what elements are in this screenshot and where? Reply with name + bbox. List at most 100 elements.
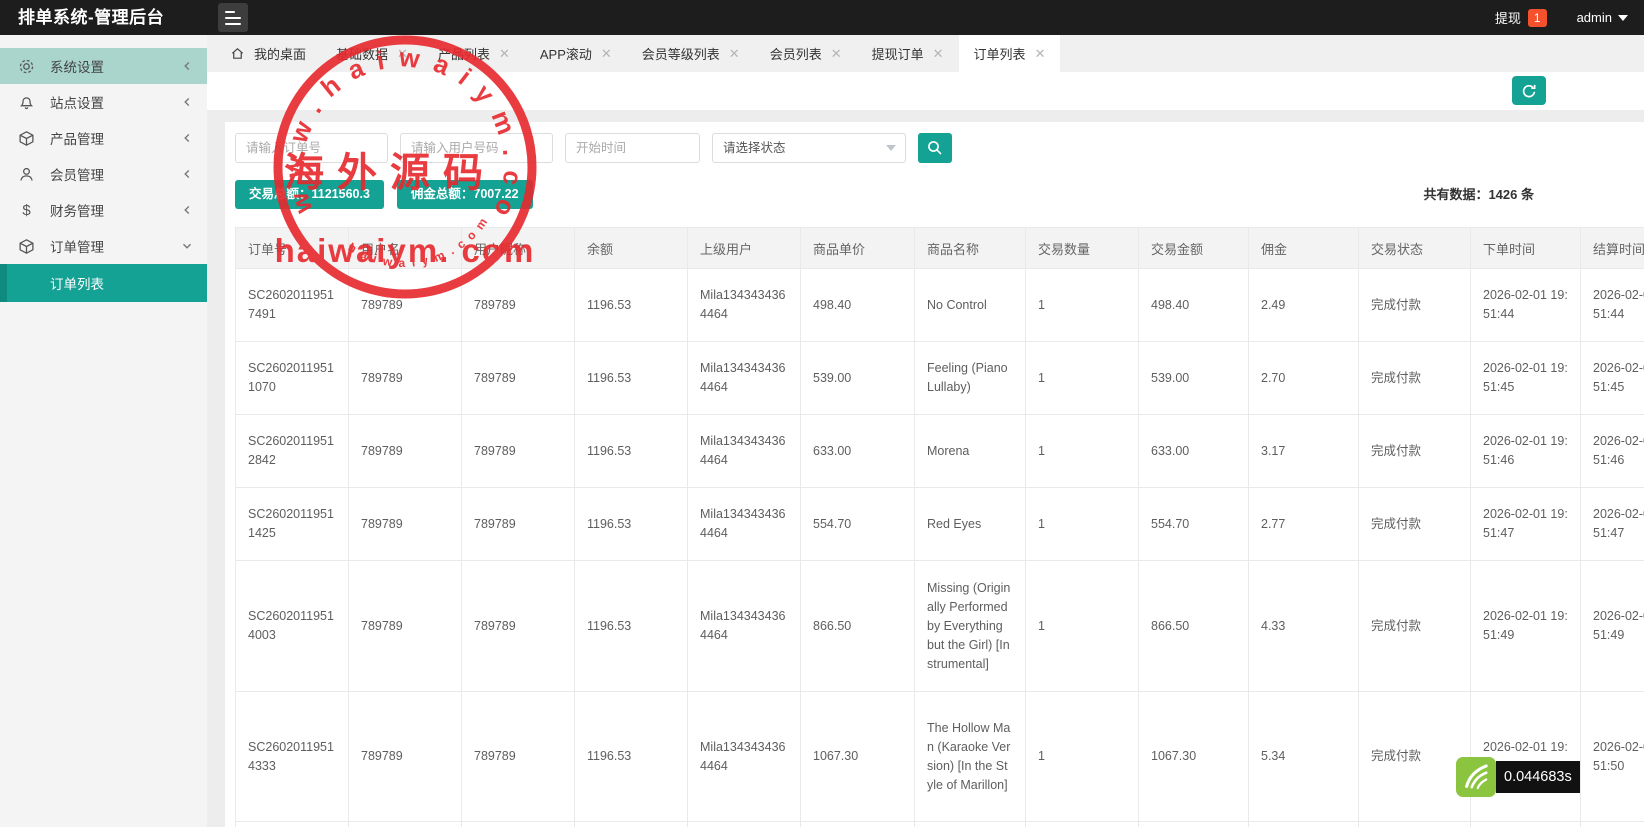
bell-icon (18, 94, 35, 111)
tab-label: APP滚动 (540, 44, 592, 63)
refresh-button[interactable] (1512, 76, 1546, 105)
column-header: 交易金额 (1139, 228, 1249, 269)
sidebar-item-label: 系统设置 (50, 56, 104, 76)
table-cell: 完成付款 (1359, 342, 1471, 415)
tab-3[interactable]: APP滚动 ✕ (525, 35, 627, 72)
table-cell: The Hollow Man (Karaoke Version) [In the… (915, 692, 1026, 822)
table-cell: 1 (1026, 269, 1139, 342)
table-body: SC260201195174917897897897891196.53Mila1… (236, 269, 1644, 827)
table-cell: Missing (Originally Performed by Everyth… (915, 561, 1026, 692)
tab-0[interactable]: 我的桌面 (215, 35, 321, 72)
tab-bar: 我的桌面基础数据✕产品列表✕APP滚动✕会员等级列表✕会员列表✕提现订单✕订单列… (207, 35, 1644, 72)
table-cell: 789789 (462, 269, 575, 342)
hamburger-menu-icon[interactable] (218, 3, 248, 32)
table-cell: 789789 (349, 269, 462, 342)
table-cell: 539.00 (801, 342, 915, 415)
tab-label: 会员等级列表 (642, 44, 720, 63)
tab-close-icon[interactable]: ✕ (1035, 47, 1046, 60)
table-cell: 1196.53 (575, 692, 688, 822)
table-cell: 2026-02-01 19:51:44 (1471, 269, 1581, 342)
column-header: 商品单价 (801, 228, 915, 269)
sidebar-subitem-order-list[interactable]: 订单列表 (0, 264, 207, 302)
content-toolbar (207, 72, 1644, 110)
table-cell: 1067.30 (1139, 692, 1249, 822)
tab-1[interactable]: 基础数据 ✕ (321, 35, 423, 72)
table-cell: 1 (1026, 488, 1139, 561)
thinkphp-logo-icon[interactable] (1456, 757, 1496, 797)
withdraw-link[interactable]: 提现 (1495, 8, 1521, 27)
gear-icon (18, 58, 35, 75)
tab-2[interactable]: 产品列表✕ (423, 35, 525, 72)
chevron-left-icon (181, 168, 193, 180)
column-header: 订单号 (236, 228, 349, 269)
column-header: 上级用户 (688, 228, 801, 269)
commission-total-badge: 佣金总额：7007.22 (397, 180, 533, 209)
start-time-input[interactable] (565, 133, 700, 163)
dollar-icon: $ (18, 202, 35, 219)
column-header: 交易数量 (1026, 228, 1139, 269)
column-header: 下单时间 (1471, 228, 1581, 269)
sidebar-item-finance[interactable]: $财务管理 (0, 192, 207, 228)
table-cell: SC26020119511070 (236, 342, 349, 415)
table-cell: 498.40 (1139, 269, 1249, 342)
table-cell: 1 (1026, 415, 1139, 488)
withdraw-count-badge: 1 (1528, 9, 1547, 27)
table-cell: 1 (1026, 822, 1139, 827)
chevron-left-icon (181, 96, 193, 108)
table-cell: Mila1343434364464 (688, 692, 801, 822)
table-cell: Mila1343434364464 (688, 488, 801, 561)
table-cell: 554.70 (801, 488, 915, 561)
sidebar-item-site[interactable]: 站点设置 (0, 84, 207, 120)
table-head: 订单号用户名用户昵称余额上级用户商品单价商品名称交易数量交易金额佣金交易状态下单… (236, 228, 1644, 269)
sidebar-item-member[interactable]: 会员管理 (0, 156, 207, 192)
admin-user-menu[interactable]: admin (1577, 10, 1612, 25)
table-cell: 866.50 (801, 561, 915, 692)
refresh-icon (1519, 81, 1539, 101)
table-cell: SC26020119514003 (236, 561, 349, 692)
table-row: SC260201195110707897897897891196.53Mila1… (236, 342, 1644, 415)
trade-total-badge: 交易总额：1121560.3 (235, 180, 384, 209)
user-no-input[interactable] (400, 133, 553, 163)
tab-5[interactable]: 会员列表✕ (755, 35, 857, 72)
tab-label: 基础数据 (336, 44, 388, 63)
table-cell: Mila1343434364464 (688, 342, 801, 415)
table-cell: 3.17 (1249, 415, 1359, 488)
chevron-down-icon (181, 240, 193, 252)
table-cell: 2026-02-01 19:51:50 (1581, 692, 1644, 822)
table-cell: 789789 (462, 342, 575, 415)
tab-close-icon[interactable]: ✕ (397, 47, 408, 60)
sidebar-item-system[interactable]: 系统设置 (0, 48, 207, 84)
table-cell: 2026-02-01 19:51:47 (1471, 488, 1581, 561)
tab-6[interactable]: 提现订单✕ (857, 35, 959, 72)
sidebar-item-label: 订单管理 (50, 236, 104, 256)
table-cell: 554.70 (1139, 488, 1249, 561)
table-cell: Feeling (Piano Lullaby) (915, 342, 1026, 415)
tab-7[interactable]: 订单列表✕ (959, 35, 1061, 72)
sidebar-item-label: 产品管理 (50, 128, 104, 148)
sidebar-menu: 系统设置站点设置产品管理会员管理$财务管理订单管理订单列表 (0, 35, 207, 302)
table-cell: SC26020119512842 (236, 415, 349, 488)
table-row: SC260201195114257897897897891196.53Mila1… (236, 488, 1644, 561)
tab-close-icon[interactable]: ✕ (831, 47, 842, 60)
tab-4[interactable]: 会员等级列表 ✕ (627, 35, 755, 72)
tab-close-icon[interactable]: ✕ (933, 47, 944, 60)
table-cell: 2.49 (1249, 269, 1359, 342)
table-row: SC260201195174917897897897891196.53Mila1… (236, 269, 1644, 342)
sidebar-item-product[interactable]: 产品管理 (0, 120, 207, 156)
order-no-input[interactable] (235, 133, 388, 163)
status-select[interactable]: 请选择状态 (712, 133, 906, 163)
table-cell: 789789 (349, 692, 462, 822)
tab-close-icon[interactable]: ✕ (729, 47, 740, 60)
filter-row: 请选择状态 (235, 133, 1644, 163)
table-cell: 789789 (462, 415, 575, 488)
tab-close-icon[interactable]: ✕ (601, 47, 612, 60)
search-button[interactable] (918, 133, 952, 163)
table-cell: 789789 (462, 561, 575, 692)
sidebar-item-order[interactable]: 订单管理 (0, 228, 207, 264)
table-cell: 1067.30 (801, 692, 915, 822)
table-cell: Mila1343434364464 (688, 561, 801, 692)
table-cell: Stay The Night (915, 822, 1026, 827)
cube-icon (18, 238, 35, 255)
table-cell: 789789 (462, 692, 575, 822)
tab-close-icon[interactable]: ✕ (499, 47, 510, 60)
